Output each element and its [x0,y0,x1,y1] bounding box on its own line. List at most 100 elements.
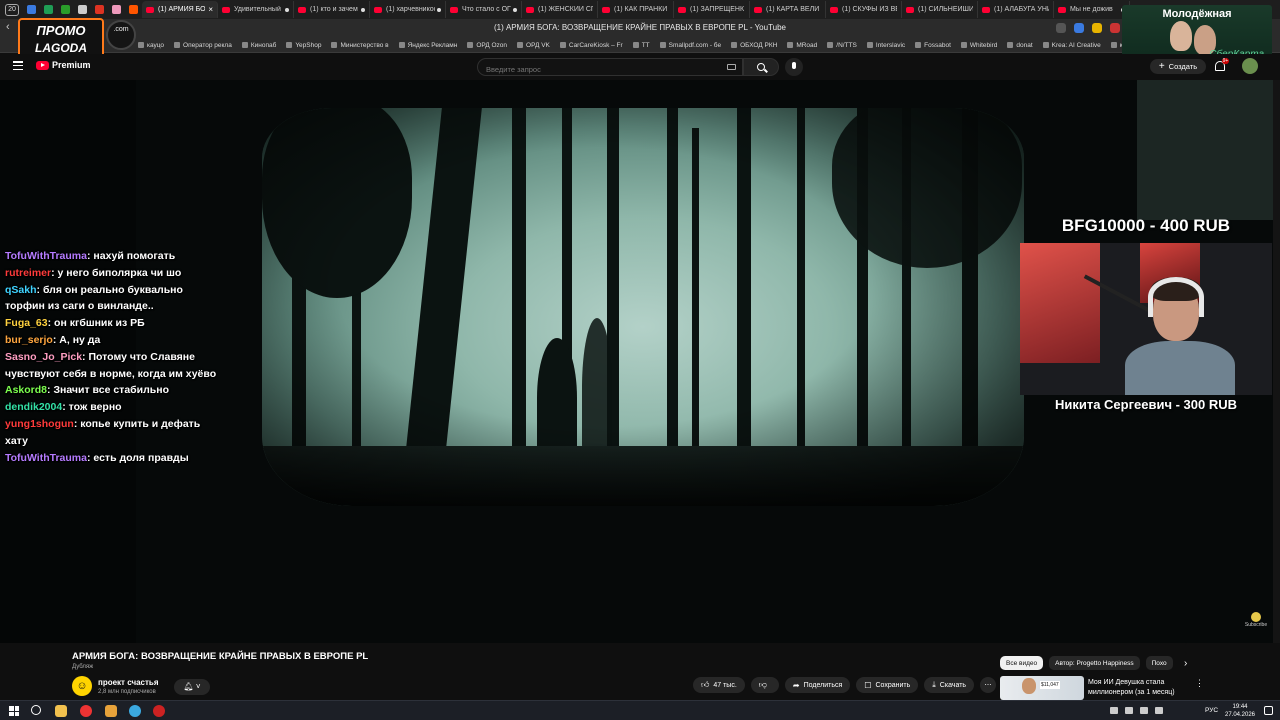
bookmark-item[interactable]: TT [632,42,650,49]
close-tab-icon[interactable]: × [208,5,213,14]
volume-icon[interactable] [1155,707,1163,714]
bookmark-item[interactable]: ОРД Ozon [467,42,507,49]
dislike-button[interactable]: 👎︎ [750,677,779,693]
filter-chip[interactable]: Похо [1145,656,1173,670]
browser-tab[interactable]: (1) АЛАБУГА УНИ [978,1,1054,18]
filter-chip[interactable]: Все видео [1000,656,1044,670]
bookmark-item[interactable]: donat [1007,41,1033,49]
subscribed-bell-button[interactable]: 🔔︎ ˅ [174,679,210,695]
pinned-tab-icon[interactable] [44,5,53,14]
recommended-title[interactable]: Моя ИИ Девушка стала миллионером (за 1 м… [1088,678,1188,698]
browser-tab[interactable]: (1) СКУФЫ ИЗ ВЕ [826,1,902,18]
tray-icon[interactable] [1110,707,1118,714]
search-button[interactable] [743,58,779,76]
pinned-tab-icon[interactable] [78,5,87,14]
bookmark-item[interactable]: MRoad [787,42,817,49]
voice-search-button[interactable] [785,58,803,76]
share-button[interactable]: ➦ Поделиться [784,677,851,693]
bookmark-item[interactable]: Smallpdf.com - бе [659,42,721,49]
save-button[interactable]: ☐ Сохранить [856,677,919,693]
video-info-section: АРМИЯ БОГА: ВОЗВРАЩЕНИЕ КРАЙНЕ ПРАВЫХ В … [0,643,1280,700]
more-vert-icon[interactable]: ⋮ [1195,678,1204,689]
yandex-browser-icon[interactable] [80,705,92,717]
browser-tab[interactable]: (1) СИЛЬНЕЙШИ [902,1,978,18]
bookmark-item[interactable]: Fossabot [915,42,951,49]
pinned-tab-icon[interactable] [112,5,121,14]
browser-tab[interactable]: Удивительный [218,1,294,18]
bookmark-item[interactable]: /N/TTS [827,42,857,49]
notification-center-icon[interactable] [1264,706,1273,715]
youtube-logo[interactable]: Premium [36,60,91,70]
recommended-thumbnail[interactable]: $11,047 [1000,676,1084,700]
like-button[interactable]: 👍︎ 47 тыс. [693,677,745,693]
bookmark-item[interactable]: Whitebird [960,42,997,49]
app-icon[interactable] [105,705,117,717]
more-actions-button[interactable]: ⋯ [980,677,997,693]
keyboard-icon[interactable] [727,64,736,70]
pinned-tab-icon[interactable] [61,5,70,14]
search-input[interactable] [478,61,708,78]
pinned-tab-icon[interactable] [95,5,104,14]
recommended-video[interactable]: $11,047 Моя ИИ Девушка стала миллионером… [1000,676,1204,700]
bookmark-item[interactable]: Министерство в [331,42,389,49]
browser-tab[interactable]: (1) АРМИЯ БОГА× [142,1,218,18]
bookmark-label: Fossabot [924,41,951,49]
file-explorer-icon[interactable] [55,705,67,717]
extension-icon[interactable] [1092,23,1102,33]
filter-chip[interactable]: Автор: Progetto Happiness [1049,656,1140,670]
chat-text: Значит все стабильно [53,384,169,397]
page-scrollbar[interactable] [1273,80,1280,643]
browser-tab[interactable]: (1) КАРТА ВЕЛИ [750,1,826,18]
chat-message: qSakh: бля он реально буквально торфин и… [5,282,220,316]
browser-tab[interactable]: (1) ЗАПРЕЩЁНК [674,1,750,18]
pinned-tab-icon[interactable] [129,5,138,14]
bookmark-item[interactable]: Interslavic [866,42,905,49]
browser-tab[interactable]: (1) ЖЕНСКИЙ СП [522,1,598,18]
browser-tab[interactable]: Мы не дожив [1054,1,1130,18]
playlist-add-icon: ☐ [864,680,872,690]
account-avatar[interactable] [1242,58,1258,74]
bookmark-item[interactable]: YepShop [286,42,321,49]
browser-tab[interactable]: (1) кто и зачем п [294,1,370,18]
extension-icon[interactable] [1110,23,1120,33]
windows-start-icon[interactable] [9,706,19,716]
bookmark-label: Кинопаб [250,41,277,49]
obs-icon[interactable] [153,705,165,717]
chevron-right-icon[interactable]: › [1184,658,1187,669]
taskbar-clock[interactable]: 19:44 27.04.2026 [1222,703,1258,719]
youtube-play-icon [36,60,49,70]
tab-count-button[interactable]: 20 [5,3,19,16]
browser-tab[interactable]: (1) КАК ПРАНКИ [598,1,674,18]
create-button[interactable]: + Создать [1150,59,1206,74]
channel-avatar[interactable]: ☺ [72,676,92,696]
telegram-icon[interactable] [129,705,141,717]
browser-tab[interactable]: (1) харчевникос [370,1,446,18]
download-button[interactable]: ⤓ Скачать [924,677,975,693]
pinned-tab-icon[interactable] [27,5,36,14]
search-box[interactable] [477,58,743,78]
bookmark-item[interactable]: Кинопаб [241,41,277,49]
browser-tab[interactable]: Что стало с ОГ [446,1,522,18]
hamburger-menu-icon[interactable] [13,61,23,70]
bookmark-star-icon[interactable] [1056,23,1066,33]
bookmark-item[interactable]: ОРД VK [517,42,550,49]
taskbar-search-icon[interactable] [31,705,41,715]
bookmark-label: YepShop [295,41,322,49]
extension-icon[interactable] [1074,23,1084,33]
bookmark-item[interactable]: Krea: AI Creative [1042,42,1101,49]
bookmark-favicon-icon [241,42,248,48]
thumbs-up-icon: 👍︎ [701,680,710,689]
bookmark-item[interactable]: CarCareKiosk – Fr [559,42,623,49]
bookmark-item[interactable]: Яндекс Рекламн [398,42,457,49]
subscribe-watermark[interactable]: Subscribe [1244,612,1268,628]
tray-icon[interactable] [1140,707,1148,714]
channel-name[interactable]: проект счастья [98,678,159,687]
bookmark-item[interactable]: Оператор рекла [174,42,232,49]
language-indicator[interactable]: РУС [1205,707,1218,714]
bookmark-favicon-icon [731,42,738,48]
bookmark-item[interactable]: ОБХОД РКН [731,42,777,49]
bookmark-label: donat [1016,41,1033,49]
bookmark-label: ОБХОД РКН [740,41,778,49]
bookmark-item[interactable]: кауцо [138,42,164,49]
tray-icon[interactable] [1125,707,1133,714]
